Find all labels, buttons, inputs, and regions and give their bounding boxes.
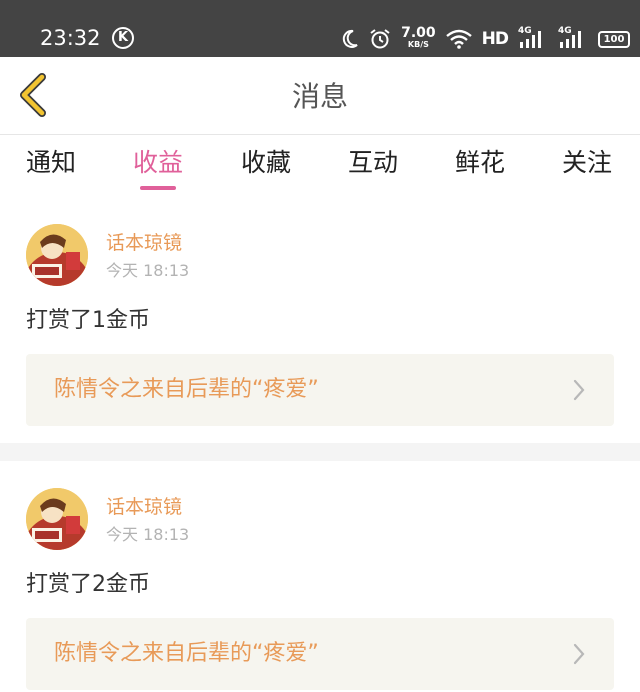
status-time: 23:32 xyxy=(40,26,101,50)
net-speed: 7.00 KB/S xyxy=(401,25,436,50)
tab-earnings[interactable]: 收益 xyxy=(133,146,183,192)
work-link-card[interactable]: 陈情令之来自后辈的“疼爱” xyxy=(26,618,614,690)
work-title: 陈情令之来自后辈的“疼爱” xyxy=(54,641,319,666)
tab-label: 通知 xyxy=(26,148,77,177)
tab-label: 关注 xyxy=(562,148,613,177)
tab-interactions[interactable]: 互动 xyxy=(348,146,398,192)
page-title: 消息 xyxy=(291,80,348,113)
active-tab-indicator xyxy=(140,186,176,190)
message-text: 打赏了1金币 xyxy=(26,308,150,333)
chevron-right-icon xyxy=(573,643,585,665)
tab-following[interactable]: 关注 xyxy=(562,146,612,192)
status-icons: 7.00 KB/S HD 4G 4G 100 xyxy=(341,24,630,54)
tab-label: 互动 xyxy=(348,148,399,177)
message-time: 今天 18:13 xyxy=(106,261,190,280)
sender-name[interactable]: 话本琼镜 xyxy=(106,230,182,256)
list-item: 话本琼镜 今天 18:13 打赏了1金币 陈情令之来自后辈的“疼爱” xyxy=(0,196,640,443)
k-badge-icon: K xyxy=(112,27,134,49)
message-time: 今天 18:13 xyxy=(106,525,190,544)
tab-notifications[interactable]: 通知 xyxy=(26,146,76,192)
signal-icon: 4G xyxy=(558,26,588,50)
status-bar: 23:32 K 7.00 KB/S HD 4G 4G 100 xyxy=(0,0,640,57)
battery-icon: 100 xyxy=(598,30,630,48)
tab-label: 收藏 xyxy=(241,148,292,177)
section-divider xyxy=(0,443,640,461)
chevron-right-icon xyxy=(573,379,585,401)
tab-bar: 通知 收益 收藏 互动 鲜花 关注 xyxy=(0,136,640,196)
net-speed-unit: KB/S xyxy=(407,40,429,49)
work-link-card[interactable]: 陈情令之来自后辈的“疼爱” xyxy=(26,354,614,426)
tab-label: 鲜花 xyxy=(455,148,506,177)
avatar[interactable] xyxy=(26,488,88,550)
wifi-icon xyxy=(445,29,472,49)
nav-header: 消息 xyxy=(0,57,640,135)
avatar[interactable] xyxy=(26,224,88,286)
message-text: 打赏了2金币 xyxy=(26,572,150,597)
signal-icon: 4G xyxy=(518,26,548,50)
net-speed-value: 7.00 xyxy=(401,25,436,41)
sender-name[interactable]: 话本琼镜 xyxy=(106,494,182,520)
list-item: 话本琼镜 今天 18:13 打赏了2金币 陈情令之来自后辈的“疼爱” xyxy=(0,461,640,692)
tab-favorites[interactable]: 收藏 xyxy=(241,146,291,192)
hd-indicator: HD xyxy=(481,29,509,49)
tab-label: 收益 xyxy=(133,148,184,177)
alarm-icon xyxy=(370,29,390,49)
work-title: 陈情令之来自后辈的“疼爱” xyxy=(54,377,319,402)
moon-icon xyxy=(342,29,358,48)
tab-flowers[interactable]: 鲜花 xyxy=(455,146,505,192)
